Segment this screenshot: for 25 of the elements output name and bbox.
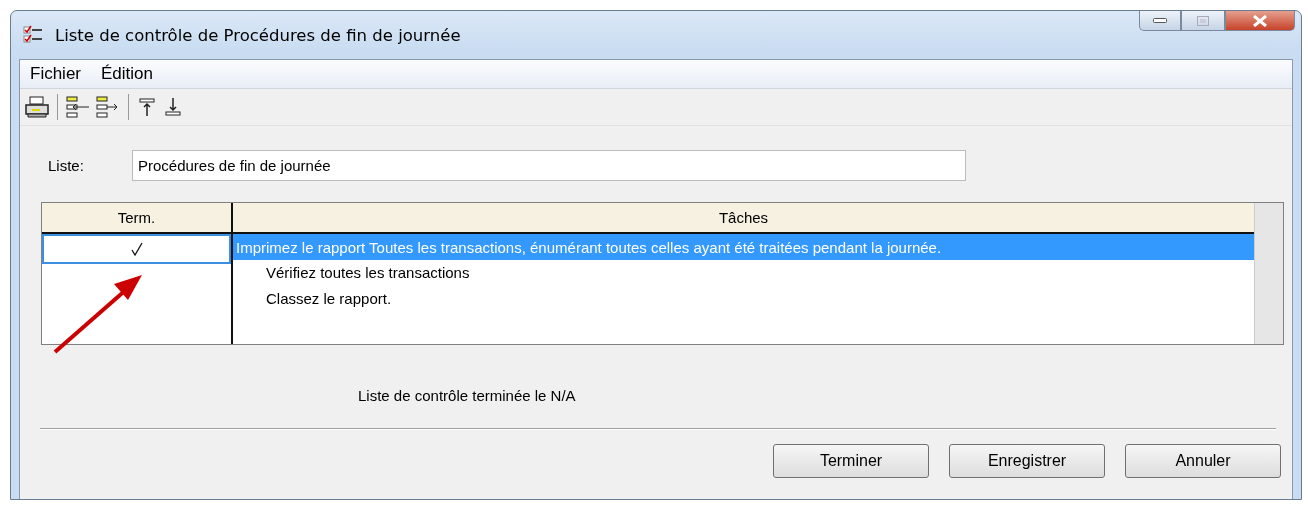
maximize-button[interactable] xyxy=(1181,11,1225,31)
print-icon[interactable] xyxy=(24,96,50,118)
close-button[interactable] xyxy=(1225,11,1295,31)
done-cell[interactable] xyxy=(42,234,231,264)
indent-left-icon[interactable] xyxy=(65,96,91,118)
list-label: Liste: xyxy=(47,157,85,174)
minimize-icon xyxy=(1153,17,1167,24)
dialog-button[interactable]: Enregistrer xyxy=(949,444,1105,478)
list-field[interactable]: Procédures de fin de journée xyxy=(132,150,966,181)
maximize-icon xyxy=(1197,15,1209,26)
dialog-button[interactable]: Annuler xyxy=(1125,444,1281,478)
close-icon xyxy=(1252,14,1268,27)
column-header[interactable]: Tâches xyxy=(233,203,1254,232)
window-title: Liste de contrôle de Procédures de fin de journée xyxy=(55,25,461,45)
dialog-button[interactable]: Terminer xyxy=(773,444,929,478)
menu-item[interactable]: Édition xyxy=(93,62,161,86)
column-header[interactable]: Term. xyxy=(42,203,233,232)
task-note: Vérifiez toutes les transactions xyxy=(265,263,471,283)
move-top-icon[interactable] xyxy=(136,96,158,118)
minimize-button[interactable] xyxy=(1139,11,1181,31)
status-text: Liste de contrôle terminée le N/A xyxy=(358,387,577,404)
task-note: Classez le rapport. xyxy=(265,289,393,309)
checklist-icon xyxy=(23,25,43,45)
move-bottom-icon[interactable] xyxy=(162,96,184,118)
menu-item[interactable]: Fichier xyxy=(22,62,89,86)
